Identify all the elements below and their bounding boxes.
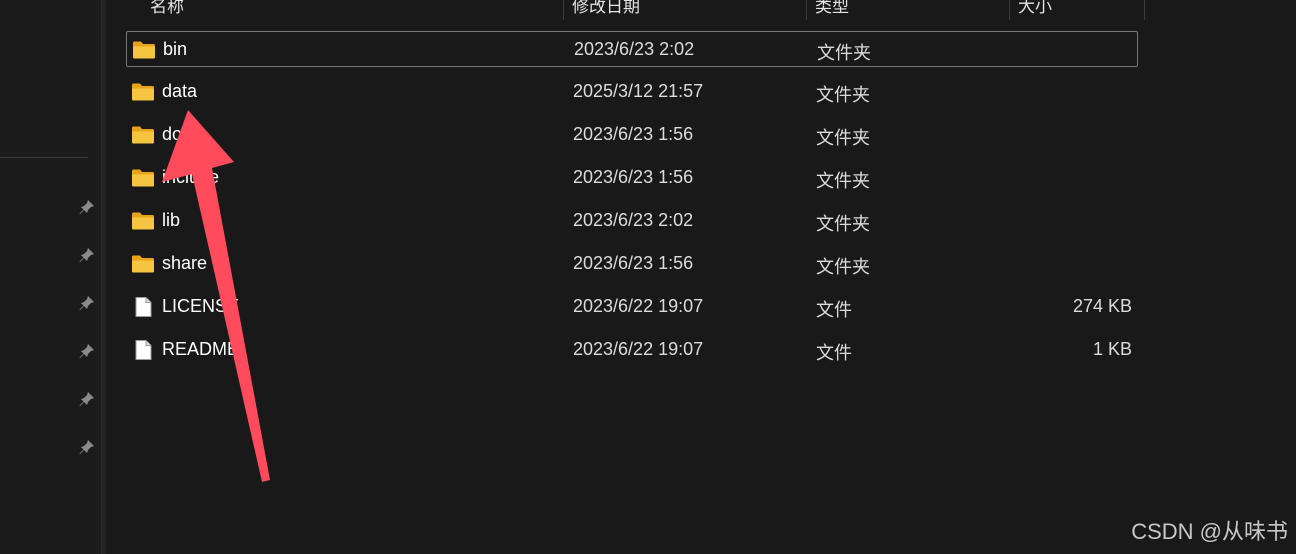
file-date: 2023/6/23 2:02 [574,39,695,59]
file-date: 2023/6/23 1:56 [573,124,694,144]
pin-icon[interactable] [78,198,96,216]
pane-divider[interactable] [101,0,106,554]
file-row[interactable]: data 2025/3/12 21:57 文件夹 [126,74,1138,110]
pin-icon[interactable] [78,342,96,360]
folder-icon [131,82,155,102]
file-date: 2023/6/23 1:56 [573,167,694,187]
file-type: 文件夹 [816,128,870,148]
file-name: data [162,81,198,101]
file-type: 文件夹 [816,214,870,234]
navigation-pane [0,0,102,554]
pin-icon[interactable] [78,438,96,456]
folder-icon [132,40,156,60]
annotation-arrow [162,110,270,482]
column-separator[interactable] [1009,0,1010,20]
column-header-type[interactable]: 类型 [815,0,849,17]
file-name: bin [163,39,188,59]
file-type: 文件夹 [817,43,871,63]
file-type: 文件 [816,300,852,320]
pin-icon[interactable] [78,390,96,408]
column-separator[interactable] [806,0,807,20]
file-date: 2023/6/23 1:56 [573,253,694,273]
file-date: 2023/6/22 19:07 [573,296,704,316]
pin-icon[interactable] [78,294,96,312]
file-type: 文件夹 [816,85,870,105]
file-row[interactable]: bin 2023/6/23 2:02 文件夹 [126,31,1138,67]
nav-separator [0,157,88,158]
file-type: 文件 [816,343,852,363]
watermark: CSDN @从味书 [1131,519,1288,544]
column-separator[interactable] [1144,0,1145,20]
column-header-size[interactable]: 大小 [1018,0,1052,17]
file-size: 274 KB [1072,296,1132,316]
file-date: 2023/6/23 2:02 [573,210,694,230]
column-header-row: 名称 修改日期 类型 大小 [105,0,1165,20]
column-header-date[interactable]: 修改日期 [572,0,640,17]
file-size: 1 KB [1092,339,1132,359]
pin-icon[interactable] [78,246,96,264]
file-date: 2025/3/12 21:57 [573,81,704,101]
file-type: 文件夹 [816,171,870,191]
file-date: 2023/6/22 19:07 [573,339,704,359]
file-type: 文件夹 [816,257,870,277]
column-separator[interactable] [563,0,564,20]
column-header-name[interactable]: 名称 [150,0,184,17]
